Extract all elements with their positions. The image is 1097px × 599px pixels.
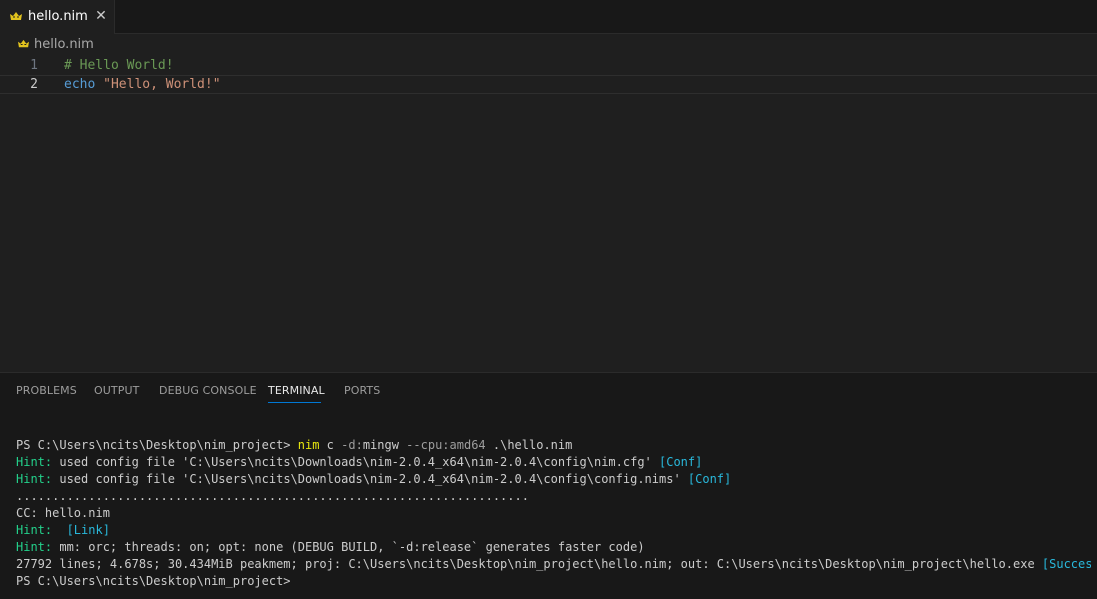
terminal-prompt[interactable]: PS C:\Users\ncits\Desktop\nim_project> xyxy=(16,573,1091,590)
terminal-line: Hint: used config file 'C:\Users\ncits\D… xyxy=(16,455,703,469)
nim-crown-icon xyxy=(10,12,22,20)
string-token: "Hello, World!" xyxy=(103,77,221,92)
tab-ports[interactable]: PORTS xyxy=(344,384,380,398)
tab-output[interactable]: OUTPUT xyxy=(94,384,139,398)
close-icon[interactable]: ✕ xyxy=(93,8,109,24)
terminal-line: Hint: [Link] xyxy=(16,523,110,537)
tab-problems[interactable]: PROBLEMS xyxy=(16,384,77,398)
editor-tab-bar: hello.nim ✕ xyxy=(0,0,1097,34)
breadcrumb: hello.nim xyxy=(0,34,1097,56)
code-line[interactable]: 1 # Hello World! xyxy=(0,56,1097,75)
keyword-token: echo xyxy=(64,77,96,92)
terminal-line: CC: hello.nim xyxy=(16,506,110,520)
bottom-panel: PROBLEMS OUTPUT DEBUG CONSOLE TERMINAL P… xyxy=(0,372,1097,599)
active-tab-indicator xyxy=(268,402,321,403)
terminal-line: ........................................… xyxy=(16,489,529,503)
tab-hello-nim[interactable]: hello.nim ✕ xyxy=(0,0,115,34)
terminal-line: PS C:\Users\ncits\Desktop\nim_project> n… xyxy=(16,438,573,452)
terminal-line: Hint: used config file 'C:\Users\ncits\D… xyxy=(16,472,732,486)
tab-label: hello.nim xyxy=(28,9,88,24)
code-text: # Hello World! xyxy=(64,56,174,75)
terminal-output[interactable]: PS C:\Users\ncits\Desktop\nim_project> n… xyxy=(16,437,1091,590)
line-number: 1 xyxy=(30,58,38,73)
nim-crown-icon xyxy=(18,39,29,48)
tab-terminal[interactable]: TERMINAL xyxy=(268,384,325,398)
code-text: echo "Hello, World!" xyxy=(64,76,221,93)
terminal-line: 27792 lines; 4.678s; 30.434MiB peakmem; … xyxy=(16,557,1091,571)
tab-debug-console[interactable]: DEBUG CONSOLE xyxy=(159,384,257,398)
vscode-window: hello.nim ✕ hello.nim 1 # Hello World! 2… xyxy=(0,0,1097,599)
panel-tab-bar: PROBLEMS OUTPUT DEBUG CONSOLE TERMINAL P… xyxy=(0,373,1097,409)
code-line-current[interactable]: 2 echo "Hello, World!" xyxy=(0,75,1097,94)
comment-token: # Hello World! xyxy=(64,58,174,73)
breadcrumb-item-file[interactable]: hello.nim xyxy=(34,37,94,53)
terminal-line: Hint: mm: orc; threads: on; opt: none (D… xyxy=(16,540,645,554)
code-editor[interactable]: 1 # Hello World! 2 echo "Hello, World!" xyxy=(0,56,1097,372)
line-number: 2 xyxy=(30,77,38,92)
